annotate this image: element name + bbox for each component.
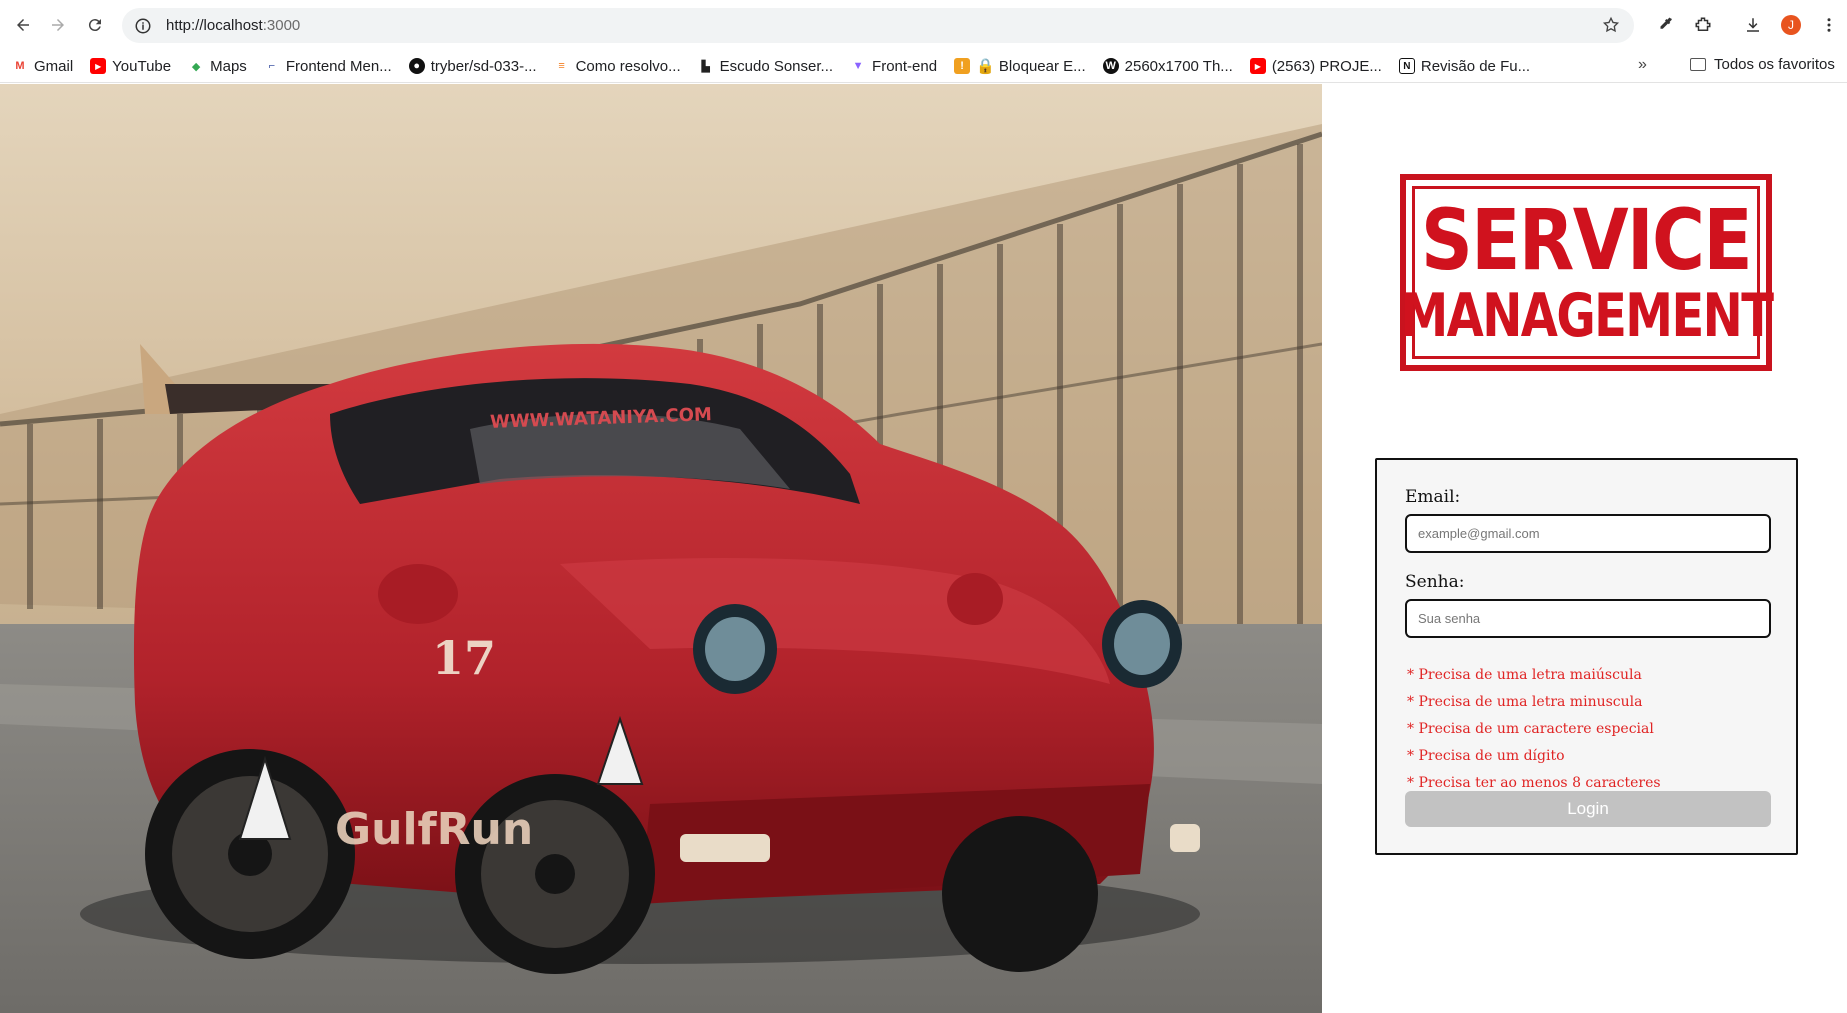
bookmark-gmail[interactable]: M Gmail (12, 58, 73, 75)
maps-icon: ◆ (191, 60, 201, 73)
bookmark-label: Escudo Sonser... (719, 57, 834, 75)
logo-line-2: MANAGEMENT (1400, 280, 1773, 351)
bookmark-front-end[interactable]: ▼ Front-end (850, 57, 938, 75)
password-requirements: * Precisa de uma letra maiúscula * Preci… (1407, 662, 1661, 797)
bookmark-label: (2563) PROJE... (1271, 57, 1382, 75)
bookmark-youtube[interactable]: ▶ YouTube (90, 58, 171, 75)
bookmark-label: Maps (210, 57, 247, 75)
stackoverflow-icon: ≡ (558, 60, 565, 72)
page-content: WWW.WATANIYA.COM 17 GulfRun SERVICE MANA… (0, 84, 1847, 1013)
notion-icon: N (1398, 58, 1415, 74)
logo-line-1: SERVICE (1420, 190, 1753, 289)
bookmark-label: Front-end (872, 57, 938, 75)
door-number: 17 (432, 631, 496, 685)
bookmark-label: YouTube (112, 57, 172, 75)
rule-digit: * Precisa de um dígito (1407, 748, 1565, 764)
rule-lowercase: * Precisa de uma letra minuscula (1407, 694, 1643, 710)
forward-icon[interactable] (43, 10, 73, 40)
github-icon: ● (408, 58, 425, 74)
download-icon[interactable] (1738, 10, 1768, 40)
login-panel: SERVICE MANAGEMENT Email: Senha: * Preci… (1322, 84, 1847, 1013)
back-icon[interactable] (8, 10, 38, 40)
login-button[interactable]: Login (1405, 791, 1771, 827)
bookmark-frontend-mentor[interactable]: ⌐ Frontend Men... (264, 58, 392, 75)
bookmarks-overflow-button[interactable]: » (1638, 56, 1647, 74)
race-car-illustration: WWW.WATANIYA.COM 17 GulfRun (0, 84, 1322, 1013)
toolbar-actions: J (1650, 10, 1844, 40)
rule-uppercase: * Precisa de uma letra maiúscula (1407, 667, 1642, 683)
url-port: :3000 (262, 17, 301, 34)
bookmark-label: Frontend Men... (285, 57, 392, 75)
bookmark-wallpaper[interactable]: W 2560x1700 Th... (1102, 57, 1233, 75)
frontend-mentor-icon: ⌐ (268, 60, 276, 72)
logo-frame: SERVICE MANAGEMENT (1400, 186, 1774, 359)
youtube-icon: ▶ (90, 58, 107, 74)
menu-kebab-icon[interactable] (1814, 10, 1844, 40)
bookmark-escudo[interactable]: ▙ Escudo Sonser... (698, 58, 833, 75)
service-management-logo: SERVICE MANAGEMENT (1400, 174, 1774, 371)
bookmark-label: tryber/sd-033-... (430, 57, 537, 75)
bookmark-star-icon[interactable] (1602, 16, 1620, 34)
email-label: Email: (1405, 487, 1461, 507)
bookmark-youtube-project[interactable]: ▶ (2563) PROJE... (1249, 57, 1382, 75)
bookmark-label: 2560x1700 Th... (1124, 57, 1233, 75)
password-label: Senha: (1405, 572, 1465, 592)
bookmark-maps[interactable]: ◆ Maps (188, 58, 247, 75)
hero-car-image: WWW.WATANIYA.COM 17 GulfRun (0, 84, 1322, 1013)
bookmark-label: Gmail (34, 57, 74, 75)
profile-avatar[interactable]: J (1776, 10, 1806, 40)
address-url: http://localhost:3000 (166, 17, 300, 34)
bookmark-notion[interactable]: N Revisão de Fu... (1398, 57, 1531, 75)
rule-special-char: * Precisa de um caractere especial (1407, 721, 1654, 737)
login-form: Email: Senha: * Precisa de uma letra mai… (1375, 458, 1798, 855)
email-field[interactable] (1405, 514, 1771, 553)
profile-initial: J (1781, 15, 1801, 35)
bookmark-label: 🔒 Bloquear E... (976, 58, 1086, 75)
escudo-icon: ▙ (701, 60, 710, 73)
folder-icon (1690, 58, 1706, 71)
reload-icon[interactable] (80, 10, 110, 40)
bookmark-stackoverflow[interactable]: ≡ Como resolvo... (554, 57, 681, 75)
youtube-icon: ▶ (1249, 58, 1266, 74)
door-sponsor-logo: GulfRun (335, 804, 533, 855)
all-bookmarks-button[interactable]: Todos os favoritos (1690, 56, 1835, 73)
bookmark-label: Como resolvo... (575, 57, 681, 75)
bookmark-bloquear[interactable]: ! 🔒 Bloquear E... (954, 57, 1086, 75)
url-host: http://localhost (166, 17, 263, 34)
site-info-icon[interactable] (134, 17, 152, 35)
extension-icon: ! (954, 58, 971, 74)
address-bar[interactable]: http://localhost:3000 (122, 8, 1634, 43)
gmail-icon: M (15, 60, 25, 72)
w-icon: W (1102, 58, 1119, 74)
extensions-icon[interactable] (1688, 10, 1718, 40)
bookmarks-bar: M Gmail ▶ YouTube ◆ Maps ⌐ Frontend Men... ●… (0, 50, 1847, 83)
bookmark-github[interactable]: ● tryber/sd-033-... (408, 57, 537, 75)
bookmark-label: Revisão de Fu... (1420, 57, 1531, 75)
vite-icon: ▼ (852, 60, 864, 72)
browser-toolbar: http://localhost:3000 J (0, 0, 1847, 50)
password-field[interactable] (1405, 599, 1771, 638)
eyedropper-icon[interactable] (1650, 10, 1680, 40)
all-bookmarks-label: Todos os favoritos (1714, 56, 1835, 73)
